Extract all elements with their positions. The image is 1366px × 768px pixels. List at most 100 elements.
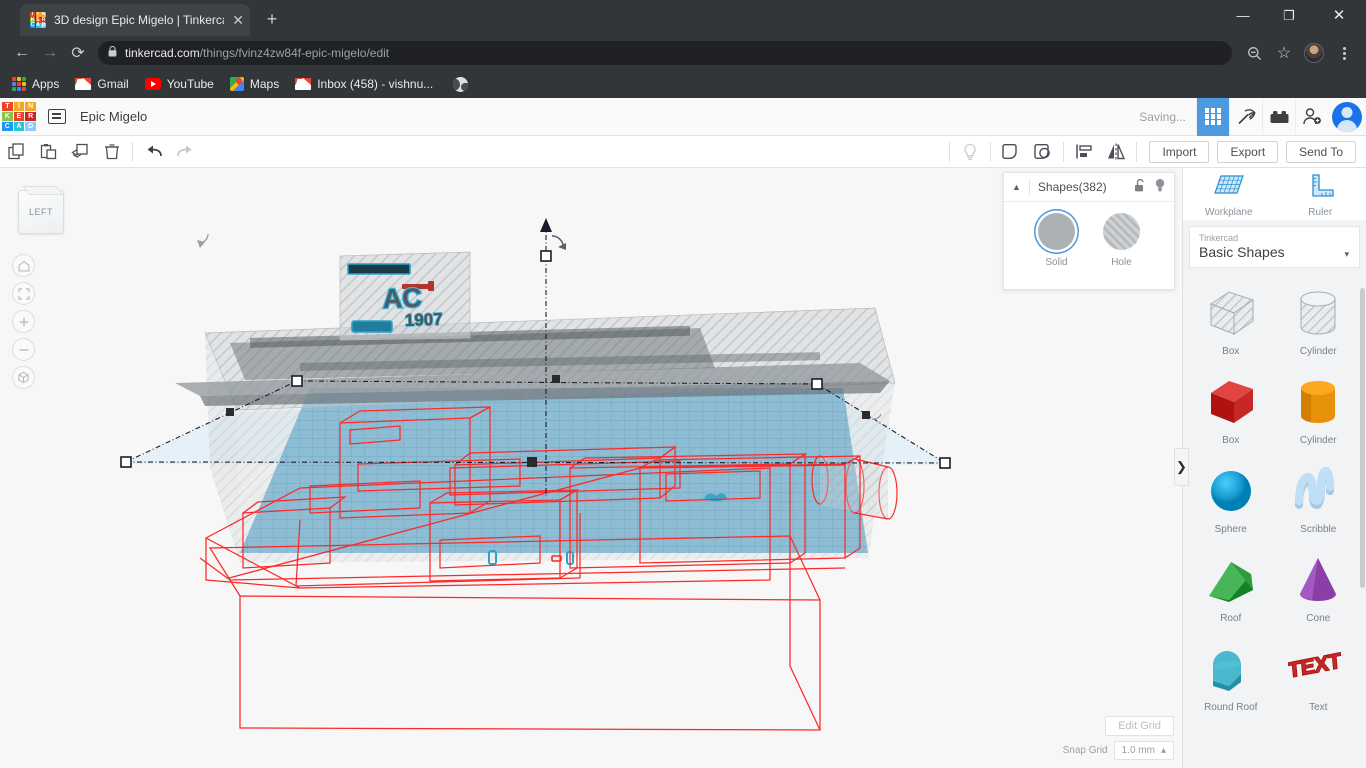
export-button[interactable]: Export — [1217, 140, 1279, 163]
shape-category-select[interactable]: Tinkercad Basic Shapes ▾ — [1189, 226, 1360, 268]
mirror-button[interactable] — [1100, 136, 1132, 168]
sphere-thumbnail — [1187, 460, 1275, 522]
gmail-icon — [75, 78, 92, 90]
logo-tile-k: K — [2, 111, 13, 122]
group-button[interactable] — [995, 136, 1027, 168]
window-maximize-button[interactable]: ❐ — [1266, 0, 1312, 32]
profile-avatar[interactable] — [1300, 39, 1328, 67]
bookmark-item[interactable]: Inbox (458) - vishnu... — [295, 77, 433, 91]
fit-view-button[interactable] — [12, 282, 35, 305]
unlock-icon[interactable] — [1134, 178, 1146, 196]
shape-mode-solid[interactable]: Solid — [1038, 213, 1075, 268]
paste-button[interactable] — [32, 136, 64, 168]
apps-grid-icon — [12, 77, 26, 91]
bookmark-item[interactable]: YouTube — [144, 77, 214, 91]
snap-grid-select[interactable]: 1.0 mm ▴ — [1113, 741, 1174, 760]
logo-tile-c: C — [2, 122, 13, 132]
brick-icon — [1270, 110, 1288, 123]
shape-label: Sphere — [1214, 524, 1247, 535]
copy-button[interactable] — [0, 136, 32, 168]
import-button[interactable]: Import — [1149, 140, 1210, 163]
ungroup-button[interactable] — [1027, 136, 1059, 168]
sidebar-tools: Workplane Ruler — [1183, 168, 1366, 220]
view-cube[interactable]: LEFT — [18, 190, 64, 234]
shape-item-cylinder[interactable]: Cylinder — [1275, 282, 1363, 357]
bookmark-item[interactable] — [453, 76, 469, 92]
lock-icon — [108, 45, 117, 60]
browser-menu-icon[interactable] — [1330, 39, 1358, 67]
snap-grid-value: 1.0 mm — [1121, 745, 1155, 756]
light-bulb-button[interactable] — [954, 136, 986, 168]
shape-mode-hole[interactable]: Hole — [1103, 213, 1140, 268]
zoom-out-button[interactable] — [12, 338, 35, 361]
shape-item-cone[interactable]: Cone — [1275, 549, 1363, 624]
shape-label: Roof — [1220, 613, 1242, 624]
shape-label: Cylinder — [1299, 346, 1337, 357]
light-bulb-icon[interactable] — [1154, 178, 1166, 196]
shape-item-sphere[interactable]: Sphere — [1187, 460, 1275, 535]
address-bar-url: tinkercad.com/things/fvinz4zw84f-epic-mi… — [125, 46, 390, 60]
blocks-button[interactable] — [1262, 97, 1295, 136]
shape-label: Cylinder — [1299, 435, 1337, 446]
browser-tab[interactable]: TINKERCAD 3D design Epic Migelo | Tinker… — [20, 4, 250, 36]
grid-controls: Edit Grid Snap Grid 1.0 mm ▴ — [1063, 716, 1174, 760]
ruler-tool[interactable]: Ruler — [1275, 173, 1366, 220]
shape-item-round-roof[interactable]: Round Roof — [1187, 638, 1275, 713]
redo-button[interactable] — [169, 136, 201, 168]
delete-button[interactable] — [96, 136, 128, 168]
send-to-button[interactable]: Send To — [1286, 140, 1356, 163]
snap-grid-label: Snap Grid — [1062, 745, 1108, 756]
bookmark-item[interactable]: Gmail — [75, 77, 129, 91]
back-icon[interactable]: ← — [8, 39, 36, 67]
logo-tile-i: I — [13, 101, 25, 111]
bookmark-item[interactable]: Maps — [229, 77, 280, 91]
collapse-sidebar-button[interactable]: ❯ — [1174, 448, 1189, 486]
shape-item-box[interactable]: Box — [1187, 282, 1275, 357]
bookmark-label: Maps — [249, 77, 280, 91]
address-bar[interactable]: tinkercad.com/things/fvinz4zw84f-epic-mi… — [98, 41, 1232, 65]
gallery-grid-button[interactable] — [1196, 97, 1229, 136]
project-menu-icon[interactable] — [48, 109, 66, 124]
shape-item-scribble[interactable]: Scribble — [1275, 460, 1363, 535]
bookmark-label: YouTube — [166, 77, 214, 91]
new-tab-button[interactable]: + — [260, 8, 284, 32]
tinkercad-logo[interactable]: TIN KER CAD — [2, 101, 36, 132]
home-view-button[interactable] — [12, 254, 35, 277]
invite-button[interactable] — [1295, 97, 1328, 136]
logo-tile-n: N — [25, 101, 36, 111]
window-minimize-button[interactable]: — — [1220, 0, 1266, 32]
edit-grid-button[interactable]: Edit Grid — [1105, 716, 1174, 736]
shape-item-box[interactable]: Box — [1187, 371, 1275, 446]
logo-tile-c: C — [30, 22, 35, 28]
add-person-icon — [1303, 108, 1321, 125]
browser-navigation-bar: ← → ⟳ tinkercad.com/things/fvinz4zw84f-e… — [0, 36, 1366, 70]
logo-tile-a: A — [13, 122, 25, 132]
forward-icon[interactable]: → — [36, 39, 64, 67]
undo-button[interactable] — [137, 136, 169, 168]
shape-label: Cone — [1306, 613, 1331, 624]
sidebar-scrollbar[interactable] — [1360, 288, 1365, 588]
bookmark-item[interactable]: Apps — [12, 77, 59, 91]
tab-close-icon[interactable]: ✕ — [232, 13, 244, 27]
window-close-button[interactable]: ✕ — [1316, 0, 1362, 32]
duplicate-button[interactable] — [64, 136, 96, 168]
workplane-tool[interactable]: Workplane — [1183, 173, 1275, 220]
document-title: Epic Migelo — [80, 109, 148, 124]
perspective-toggle-button[interactable] — [12, 366, 35, 389]
zoom-indicator-icon[interactable] — [1240, 39, 1268, 67]
shape-item-roof[interactable]: Roof — [1187, 549, 1275, 624]
shape-item-cylinder[interactable]: Cylinder — [1275, 371, 1363, 446]
zoom-in-button[interactable] — [12, 310, 35, 333]
user-avatar[interactable] — [1332, 101, 1362, 132]
bookmark-star-icon[interactable]: ☆ — [1270, 39, 1298, 67]
tinker-button[interactable] — [1229, 97, 1262, 136]
hole-cylinder-thumbnail — [1275, 282, 1363, 344]
align-button[interactable] — [1068, 136, 1100, 168]
collapse-panel-icon[interactable]: ▲ — [1012, 182, 1021, 192]
tinkercad-header: TIN KER CAD Epic Migelo Saving... — [0, 97, 1366, 136]
tinkercad-browser-window: TINKERCAD 3D design Epic Migelo | Tinker… — [0, 0, 1366, 768]
reload-icon[interactable]: ⟳ — [64, 39, 92, 67]
category-source: Tinkercad — [1199, 233, 1239, 243]
shape-item-text[interactable]: TEXT Text — [1275, 638, 1363, 713]
youtube-icon — [144, 78, 161, 90]
